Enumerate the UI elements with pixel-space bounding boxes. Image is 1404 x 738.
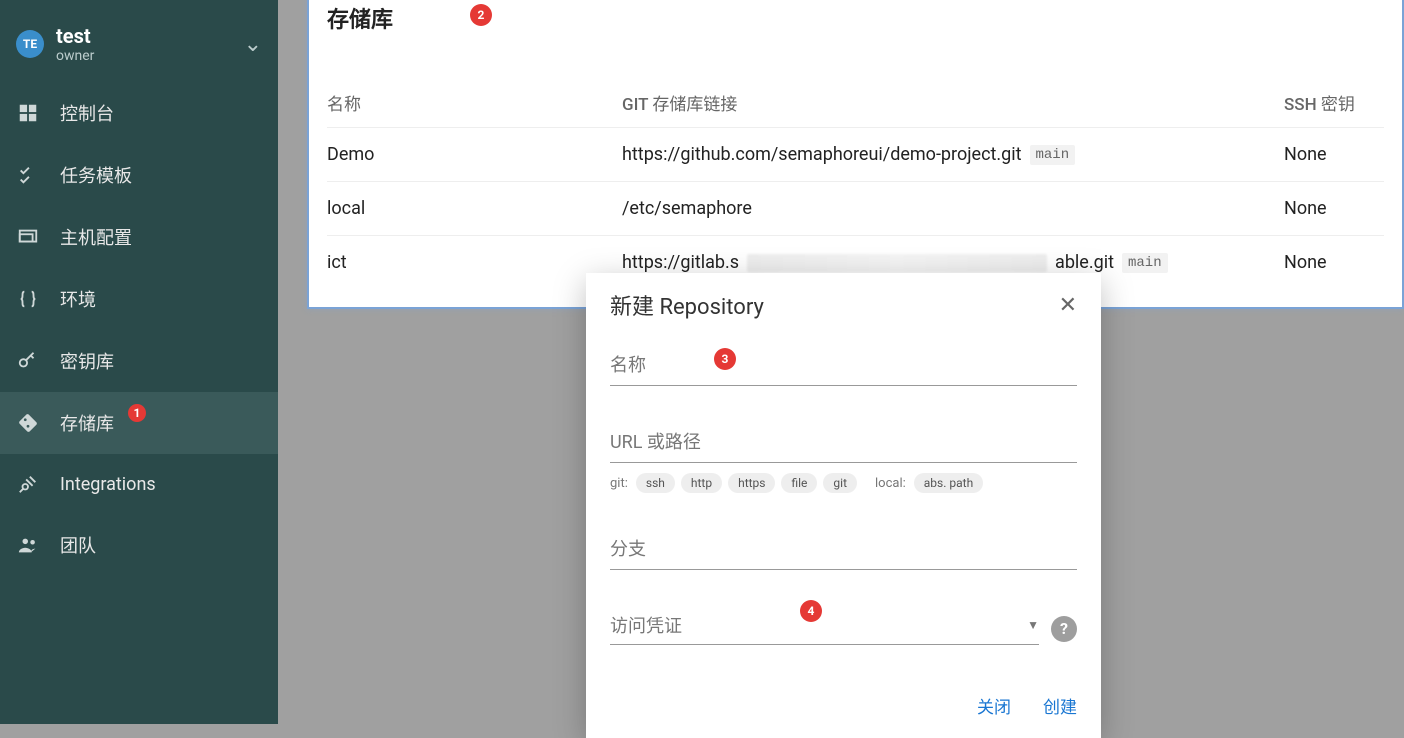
col-header-name: 名称	[327, 90, 622, 115]
dialog-close-button[interactable]: 关闭	[977, 693, 1011, 718]
annotation-2: 2	[470, 4, 492, 26]
link-text: /etc/semaphore	[622, 198, 752, 219]
plug-icon	[16, 472, 40, 496]
chevron-down-icon: ⌄	[244, 32, 262, 57]
nav-templates[interactable]: 任务模板	[0, 144, 278, 206]
branch-chip: main	[1030, 145, 1076, 165]
hint-chip: abs. path	[914, 473, 983, 493]
caret-down-icon: ▼	[1027, 618, 1039, 632]
nav-label: 控制台	[60, 100, 114, 126]
col-header-ssh: SSH 密钥	[1284, 90, 1384, 115]
cell-link: https://gitlab.s able.git main	[622, 252, 1284, 273]
nav-label: 主机配置	[60, 224, 132, 250]
nav-label: 团队	[60, 532, 96, 558]
key-icon	[16, 349, 40, 373]
branch-label: 分支	[610, 535, 1077, 569]
close-icon[interactable]: ✕	[1059, 293, 1077, 318]
hint-chip: https	[728, 473, 775, 493]
table-row[interactable]: Demo https://github.com/semaphoreui/demo…	[327, 128, 1384, 182]
project-name: test	[56, 24, 232, 48]
nav-environment[interactable]: 环境	[0, 268, 278, 330]
link-prefix: https://gitlab.s	[622, 252, 739, 273]
table-row[interactable]: local /etc/semaphore None	[327, 182, 1384, 236]
monitor-icon	[16, 225, 40, 249]
dashboard-icon	[16, 101, 40, 125]
cell-ssh: None	[1284, 198, 1384, 219]
nav-integrations[interactable]: Integrations	[0, 454, 278, 514]
nav-label: Integrations	[60, 474, 156, 495]
url-label: URL 或路径	[610, 428, 1077, 462]
branch-field[interactable]: 分支	[610, 535, 1077, 570]
help-icon[interactable]: ?	[1051, 616, 1077, 642]
hint-chip: ssh	[636, 473, 675, 493]
nav-team[interactable]: 团队	[0, 514, 278, 576]
nav-label: 环境	[60, 286, 96, 312]
project-switcher[interactable]: TE test owner ⌄	[0, 0, 278, 82]
table-header: 名称 GIT 存储库链接 SSH 密钥	[327, 78, 1384, 128]
checklist-icon	[16, 163, 40, 187]
cell-name: ict	[327, 252, 622, 273]
local-hint-label: local:	[875, 476, 906, 491]
dialog-create-button[interactable]: 创建	[1043, 693, 1077, 718]
annotation-3: 3	[714, 348, 736, 370]
nav-dashboard[interactable]: 控制台	[0, 82, 278, 144]
repositories-panel: 存储库 名称 GIT 存储库链接 SSH 密钥 Demo https://git…	[307, 0, 1404, 309]
link-text: https://github.com/semaphoreui/demo-proj…	[622, 144, 1022, 165]
git-icon	[16, 411, 40, 435]
annotation-4: 4	[800, 600, 822, 622]
nav-keystore[interactable]: 密钥库	[0, 330, 278, 392]
name-label: 名称	[610, 351, 1077, 385]
nav-inventory[interactable]: 主机配置	[0, 206, 278, 268]
dialog-title: 新建 Repository	[610, 289, 764, 321]
cell-name: Demo	[327, 144, 622, 165]
nav-label: 存储库	[60, 410, 114, 436]
project-role: owner	[56, 48, 232, 64]
git-hint-label: git:	[610, 476, 628, 491]
col-header-link: GIT 存储库链接	[622, 90, 1284, 115]
url-field[interactable]: URL 或路径	[610, 428, 1077, 463]
nav-badge: 1	[128, 404, 146, 422]
hint-chip: git	[823, 473, 857, 493]
cell-ssh: None	[1284, 252, 1384, 273]
redacted-segment	[747, 254, 1047, 272]
name-field[interactable]: 名称	[610, 351, 1077, 386]
cell-name: local	[327, 198, 622, 219]
nav-label: 任务模板	[60, 162, 132, 188]
url-hints: git: ssh http https file git local: abs.…	[610, 473, 1077, 493]
nav-repositories[interactable]: 存储库 1	[0, 392, 278, 454]
nav-label: 密钥库	[60, 348, 114, 374]
link-suffix: able.git	[1055, 252, 1114, 273]
project-avatar: TE	[16, 30, 44, 58]
braces-icon	[16, 287, 40, 311]
hint-chip: http	[681, 473, 722, 493]
cell-link: https://github.com/semaphoreui/demo-proj…	[622, 144, 1284, 165]
cell-link: /etc/semaphore	[622, 198, 1284, 219]
new-repository-dialog: 新建 Repository ✕ 名称 URL 或路径 git: ssh http…	[586, 273, 1101, 738]
branch-chip: main	[1122, 253, 1168, 273]
cell-ssh: None	[1284, 144, 1384, 165]
people-icon	[16, 533, 40, 557]
hint-chip: file	[781, 473, 817, 493]
credentials-select[interactable]: 访问凭证 ▼	[610, 612, 1039, 645]
sidebar: TE test owner ⌄ 控制台 任务模板 主机配置 环境 密钥库 存储库…	[0, 0, 278, 724]
